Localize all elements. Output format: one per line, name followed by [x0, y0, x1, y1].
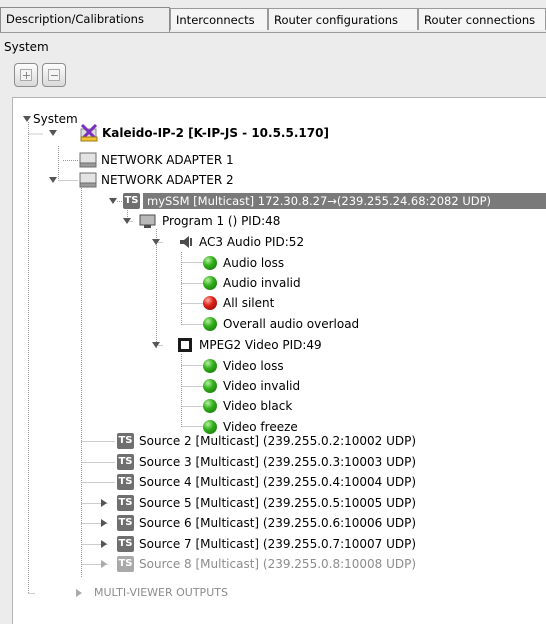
tab-bar: Description/Calibrations Interconnects R…: [0, 7, 546, 33]
expand-arrow-icon[interactable]: [152, 239, 160, 245]
status-led-green-icon: [203, 317, 217, 331]
panel-label: System: [4, 40, 49, 54]
tab-interconnects[interactable]: Interconnects: [170, 8, 268, 30]
film-icon: [178, 338, 192, 352]
status-led-red-icon: [203, 296, 217, 310]
expand-arrow-icon[interactable]: [152, 342, 160, 348]
status-led-green-icon: [203, 276, 217, 290]
transport-stream-icon: TS: [123, 193, 140, 209]
collapse-all-button[interactable]: [42, 63, 66, 87]
expand-all-button[interactable]: [14, 63, 38, 87]
status-led-green-icon: [203, 256, 217, 270]
collapse-arrow-icon[interactable]: [101, 499, 107, 507]
expand-arrow-icon[interactable]: [49, 177, 57, 183]
collapse-arrow-icon[interactable]: [76, 589, 82, 597]
status-led-green-icon: [203, 399, 217, 413]
system-tree[interactable]: System Kaleido-IP-2 [K-IP-JS - 10.5.5.17…: [12, 97, 546, 624]
tab-description-calibrations[interactable]: Description/Calibrations: [0, 7, 170, 32]
network-adapter-icon: [79, 172, 97, 188]
collapse-arrow-icon[interactable]: [101, 519, 107, 527]
expand-arrow-icon[interactable]: [49, 130, 57, 136]
collapse-arrow-icon[interactable]: [101, 560, 107, 568]
program-monitor-icon: [139, 214, 156, 228]
status-led-green-icon: [203, 359, 217, 373]
transport-stream-icon: TS: [117, 515, 134, 531]
transport-stream-icon: TS: [117, 495, 134, 511]
transport-stream-icon: TS: [117, 536, 134, 552]
transport-stream-icon: TS: [117, 454, 134, 470]
network-adapter-icon: [79, 152, 97, 168]
transport-stream-icon: TS: [117, 556, 134, 572]
expand-arrow-icon[interactable]: [109, 198, 117, 204]
tab-router-configurations[interactable]: Router configurations: [268, 8, 418, 30]
expand-arrow-icon[interactable]: [123, 218, 131, 224]
status-led-green-icon: [203, 379, 217, 393]
transport-stream-icon: TS: [117, 433, 134, 449]
expand-arrow-icon[interactable]: [23, 116, 31, 122]
device-alert-icon: [80, 124, 98, 142]
collapse-arrow-icon[interactable]: [101, 540, 107, 548]
tab-router-connections[interactable]: Router connections: [418, 8, 546, 30]
speaker-icon: [180, 236, 192, 248]
transport-stream-icon: TS: [117, 474, 134, 490]
